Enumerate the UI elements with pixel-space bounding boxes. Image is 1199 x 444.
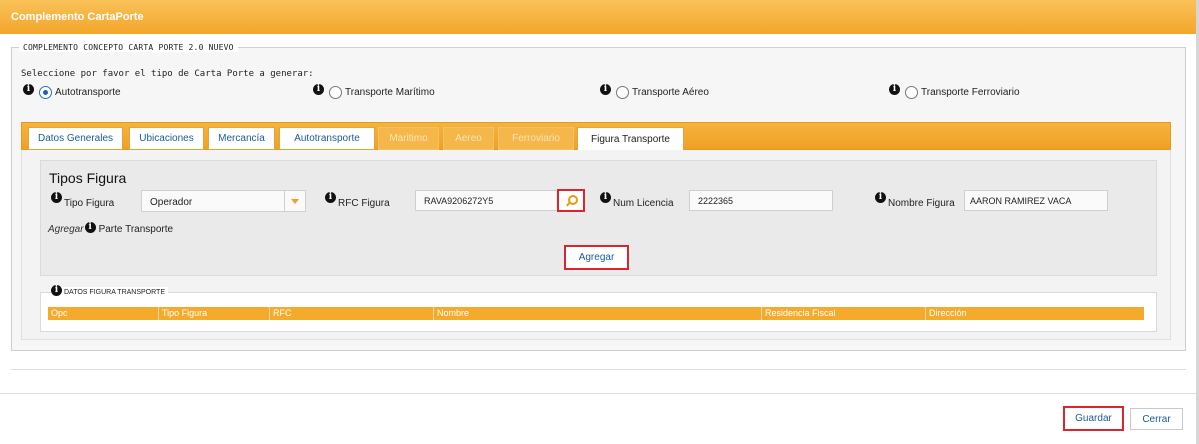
radio-label: Transporte Aéreo [632, 87, 709, 98]
search-icon[interactable] [557, 189, 585, 212]
tab-figura-transporte[interactable]: Figura Transporte [577, 127, 684, 151]
tipo-figura-select[interactable]: Operador [141, 190, 306, 212]
column-header-rfc[interactable]: RFC [270, 307, 434, 320]
nombre-figura-input[interactable]: AARON RAMIREZ VACA [964, 190, 1108, 211]
info-icon[interactable]: i [23, 84, 34, 95]
label-text: Nombre Figura [888, 198, 955, 209]
radio-button[interactable] [905, 86, 918, 99]
num-licencia-input[interactable]: 2222365 [689, 190, 833, 211]
info-icon[interactable]: i [84, 222, 96, 233]
tab-ferroviario: Ferroviario [498, 127, 574, 150]
datos-figura-title: i DATOS FIGURA TRANSPORTE [51, 285, 169, 298]
nombre-figura-label: i Nombre Figura [875, 192, 955, 209]
agregar-prefix: Agregar [48, 224, 84, 235]
datos-figura-grid-header: Opc Tipo Figura RFC Nombre Residencia Fi… [48, 307, 1144, 320]
tab-ubicaciones[interactable]: Ubicaciones [129, 127, 204, 150]
column-header-nombre[interactable]: Nombre [434, 307, 762, 320]
footer-divider [0, 393, 1196, 394]
column-header-opc[interactable]: Opc [48, 307, 159, 320]
num-licencia-label: i Num Licencia [600, 192, 674, 209]
tipos-figura-title: Tipos Figura [49, 170, 127, 186]
column-header-direccion[interactable]: Dirección [926, 307, 1144, 320]
radio-label: Transporte Marítimo [345, 87, 435, 98]
radio-transporte-ferroviario[interactable]: i Transporte Ferroviario [889, 84, 1020, 99]
radio-button[interactable] [616, 86, 629, 99]
info-icon[interactable]: i [51, 192, 62, 203]
window-title: Complemento CartaPorte [0, 0, 1199, 34]
info-icon[interactable]: i [600, 84, 611, 95]
radio-label: Transporte Ferroviario [921, 87, 1020, 98]
label-text: Tipo Figura [64, 198, 115, 209]
rfc-figura-label: i RFC Figura [325, 192, 390, 209]
column-header-residencia-fiscal[interactable]: Residencia Fiscal [762, 307, 926, 320]
radio-label: Autotransporte [55, 87, 121, 98]
label-text: Num Licencia [613, 198, 674, 209]
radio-autotransporte[interactable]: i Autotransporte [23, 84, 121, 99]
info-icon[interactable]: i [325, 192, 336, 203]
parte-transporte-label: Parte Transporte [98, 224, 174, 235]
cerrar-button[interactable]: Cerrar [1130, 408, 1183, 430]
tab-datos-generales[interactable]: Datos Generales [28, 127, 123, 150]
agregar-button[interactable]: Agregar [564, 245, 629, 270]
radio-button[interactable] [39, 86, 52, 99]
info-icon[interactable]: i [875, 192, 886, 203]
rfc-figura-input[interactable]: RAVA9206272Y5 [415, 190, 560, 211]
tab-aereo: Aereo [443, 127, 494, 150]
chevron-down-icon[interactable] [284, 191, 305, 211]
select-value: Operador [150, 197, 193, 208]
radio-transporte-maritimo[interactable]: i Transporte Marítimo [313, 84, 435, 99]
tab-maritimo: Maritimo [378, 127, 439, 150]
agregar-parte-transporte: Agregar i Parte Transporte [48, 222, 173, 237]
info-icon[interactable]: i [313, 84, 324, 95]
radio-button[interactable] [329, 86, 342, 99]
info-icon[interactable]: i [889, 84, 900, 95]
info-icon[interactable]: i [600, 192, 611, 203]
section-prompt: Seleccione por favor el tipo de Carta Po… [21, 69, 314, 79]
tab-mercancia[interactable]: Mercancía [208, 127, 275, 150]
label-text: RFC Figura [338, 198, 390, 209]
divider [11, 369, 1186, 370]
info-icon[interactable]: i [51, 285, 62, 296]
radio-transporte-aereo[interactable]: i Transporte Aéreo [600, 84, 709, 99]
section-legend: COMPLEMENTO CONCEPTO CARTA PORTE 2.0 NUE… [19, 43, 238, 52]
column-header-tipo-figura[interactable]: Tipo Figura [159, 307, 270, 320]
tipo-figura-label: i Tipo Figura [51, 192, 114, 209]
tab-autotransporte[interactable]: Autotransporte [279, 127, 375, 150]
datos-figura-title-text: DATOS FIGURA TRANSPORTE [64, 289, 166, 296]
guardar-button[interactable]: Guardar [1063, 406, 1124, 431]
